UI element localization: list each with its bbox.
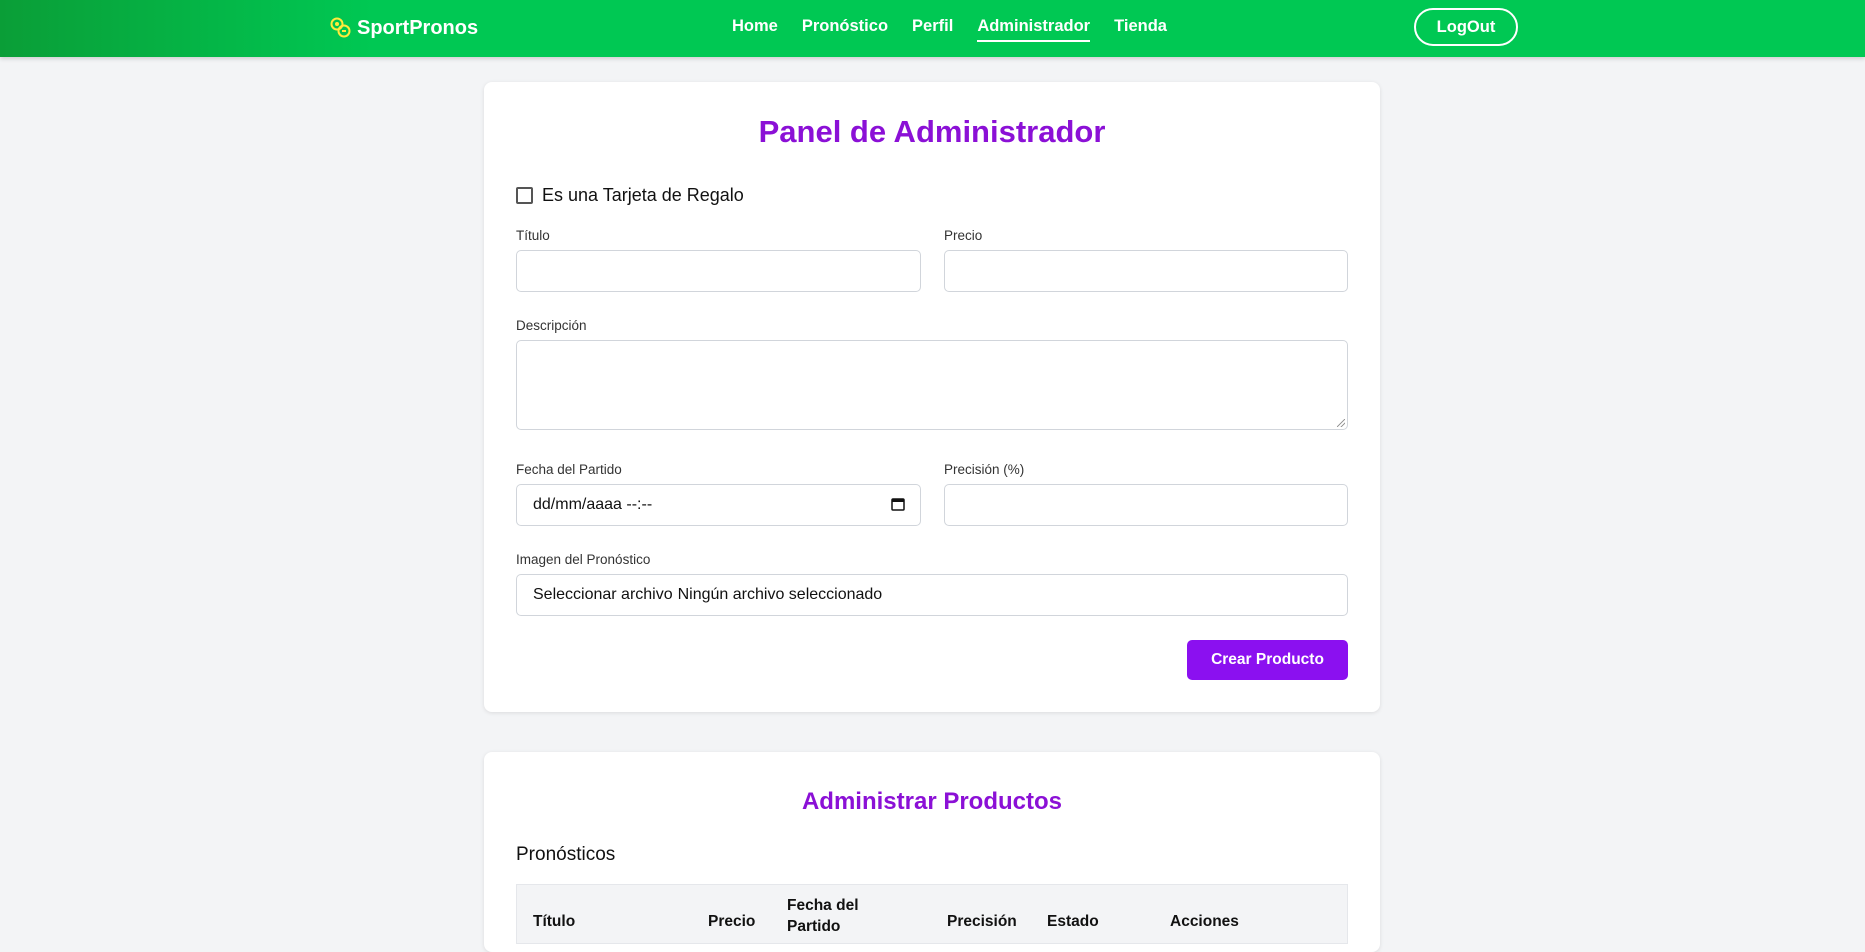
file-select-button[interactable]: Seleccionar archivo bbox=[533, 586, 673, 604]
gift-card-label: Es una Tarjeta de Regalo bbox=[542, 185, 744, 205]
admin-panel-card: Panel de Administrador Es una Tarjeta de… bbox=[484, 82, 1380, 712]
nav-links: Home Pronóstico Perfil Administrador Tie… bbox=[732, 17, 1167, 42]
products-panel-card: Administrar Productos Pronósticos Título… bbox=[484, 752, 1380, 952]
file-status-text: Ningún archivo seleccionado bbox=[677, 586, 883, 603]
products-panel-title: Administrar Productos bbox=[801, 788, 1063, 815]
column-header-fecha: Fecha del Partido bbox=[787, 897, 859, 935]
fecha-value: dd/mm/aaaa --:-- bbox=[533, 496, 653, 513]
gift-card-checkbox[interactable] bbox=[516, 187, 533, 204]
brand-logo[interactable]: SportPronos bbox=[329, 14, 478, 42]
calendar-icon[interactable] bbox=[891, 497, 905, 511]
fecha-input[interactable]: dd/mm/aaaa --:-- bbox=[516, 484, 921, 526]
brand-name: SportPronos bbox=[357, 16, 479, 39]
top-navbar: SportPronos Home Pronóstico Perfil Admin… bbox=[0, 0, 1865, 57]
fecha-label: Fecha del Partido bbox=[516, 462, 622, 477]
precision-input[interactable] bbox=[944, 484, 1348, 526]
precio-label: Precio bbox=[944, 228, 983, 243]
pronosticos-heading: Pronósticos bbox=[516, 844, 616, 865]
nav-link-home[interactable]: Home bbox=[732, 17, 778, 42]
products-table-header: Título Precio Fecha del Partido Precisió… bbox=[516, 884, 1348, 944]
titulo-label: Título bbox=[516, 228, 550, 243]
logout-button[interactable]: LogOut bbox=[1414, 8, 1518, 46]
column-header-estado: Estado bbox=[1047, 913, 1099, 930]
precision-label: Precisión (%) bbox=[944, 462, 1025, 477]
nav-link-pronostico[interactable]: Pronóstico bbox=[802, 17, 888, 42]
column-header-precision: Precisión bbox=[947, 913, 1017, 930]
descripcion-textarea[interactable] bbox=[516, 340, 1348, 430]
admin-panel-title: Panel de Administrador bbox=[758, 114, 1106, 149]
column-header-precio: Precio bbox=[708, 913, 756, 930]
titulo-input[interactable] bbox=[516, 250, 921, 292]
column-header-titulo: Título bbox=[533, 913, 576, 930]
descripcion-label: Descripción bbox=[516, 318, 587, 333]
coins-icon bbox=[330, 17, 351, 38]
nav-link-tienda[interactable]: Tienda bbox=[1114, 17, 1167, 42]
nav-link-administrador[interactable]: Administrador bbox=[977, 17, 1091, 42]
nav-link-perfil[interactable]: Perfil bbox=[912, 17, 953, 42]
imagen-file-input[interactable]: Seleccionar archivo Ningún archivo selec… bbox=[516, 574, 1348, 616]
imagen-label: Imagen del Pronóstico bbox=[516, 552, 651, 567]
create-product-button[interactable]: Crear Producto bbox=[1187, 640, 1348, 680]
gift-card-option[interactable]: Es una Tarjeta de Regalo bbox=[516, 185, 744, 206]
column-header-acciones: Acciones bbox=[1170, 913, 1239, 930]
precio-input[interactable] bbox=[944, 250, 1348, 292]
resize-grip-icon[interactable] bbox=[1337, 419, 1345, 427]
